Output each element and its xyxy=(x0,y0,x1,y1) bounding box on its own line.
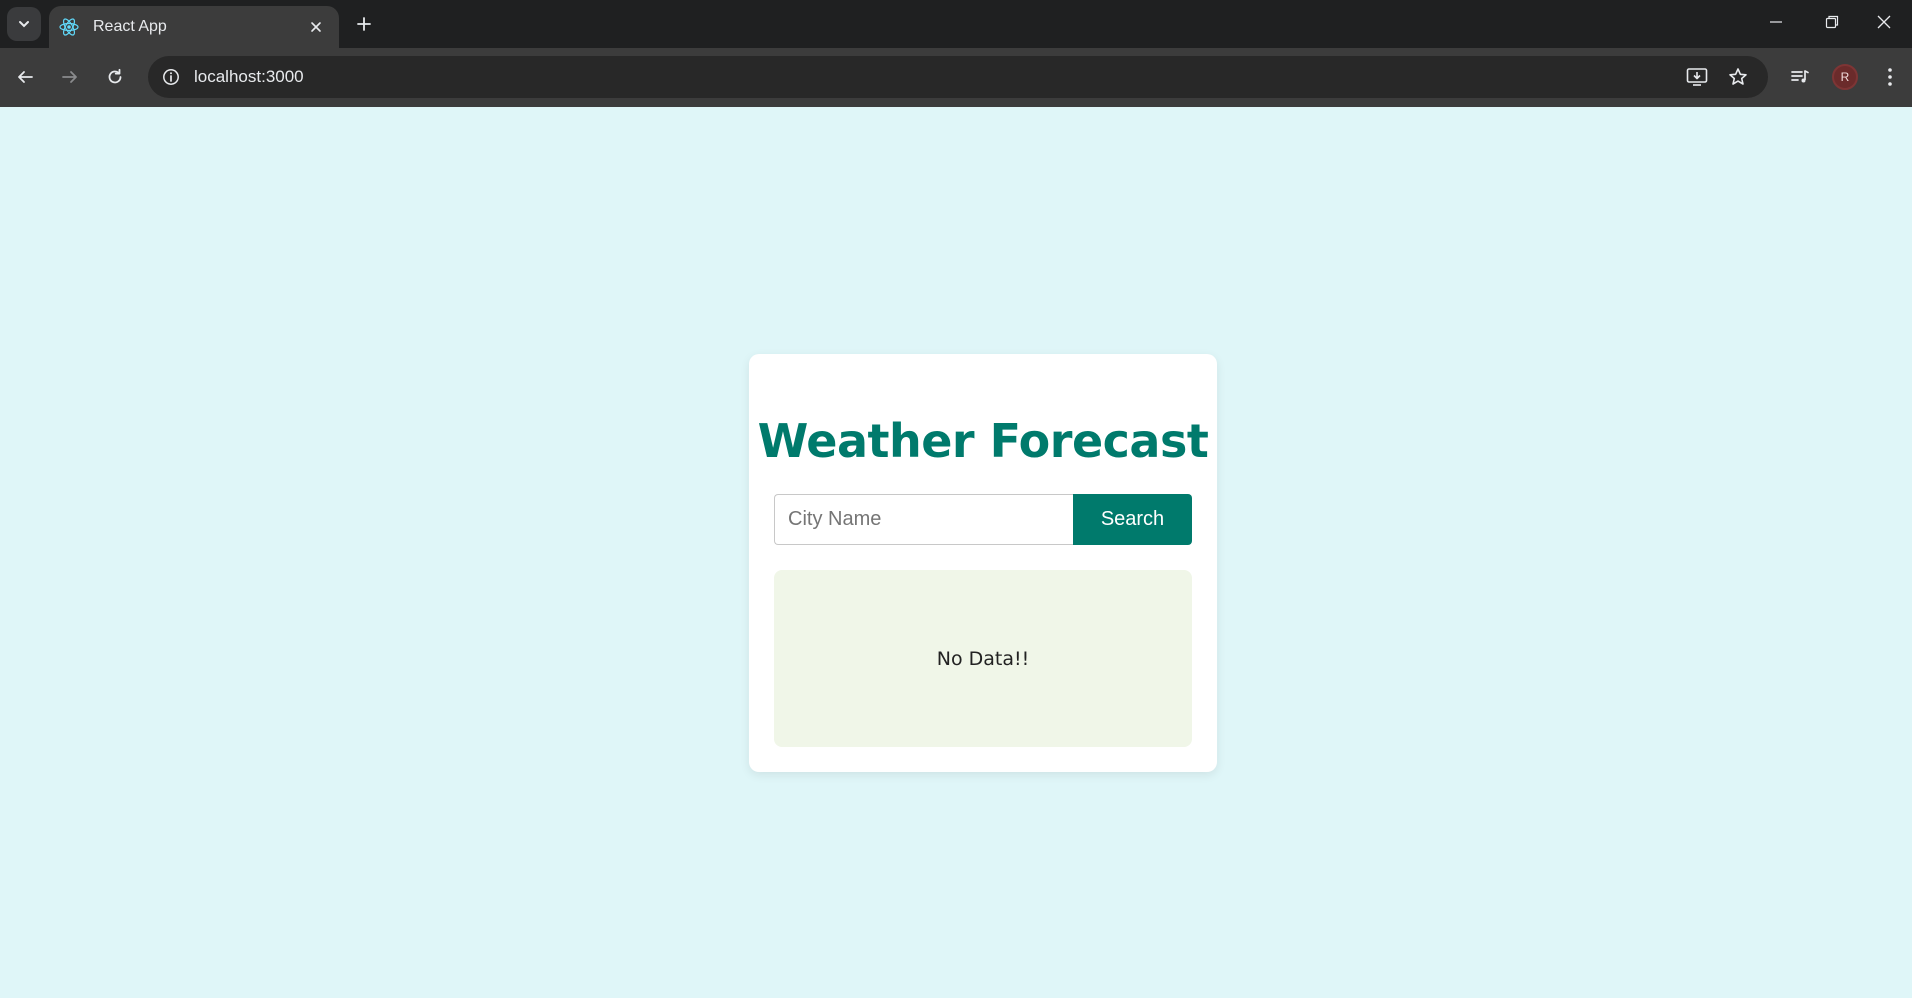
close-icon xyxy=(311,22,321,32)
site-info-button[interactable] xyxy=(158,64,184,90)
tab-title: React App xyxy=(93,18,167,35)
address-bar[interactable]: localhost:3000 xyxy=(148,56,1768,98)
new-tab-button[interactable] xyxy=(350,10,378,38)
address-url: localhost:3000 xyxy=(194,67,304,86)
page-title: Weather Forecast xyxy=(757,414,1209,468)
forward-button[interactable] xyxy=(52,59,88,95)
arrow-right-icon xyxy=(62,71,77,83)
close-window-button[interactable] xyxy=(1856,0,1912,44)
page-viewport: Weather Forecast Search No Data!! xyxy=(0,107,1912,998)
tab-search-button[interactable] xyxy=(7,7,41,41)
browser-tab-strip: React App xyxy=(0,0,1912,48)
search-form: Search xyxy=(774,494,1192,545)
close-icon xyxy=(1877,15,1891,29)
arrow-left-icon xyxy=(18,71,33,83)
browser-toolbar: localhost:3000 R xyxy=(0,48,1912,107)
restore-icon xyxy=(1825,15,1839,29)
back-button[interactable] xyxy=(7,59,43,95)
bookmark-button[interactable] xyxy=(1725,64,1751,90)
weather-result-panel: No Data!! xyxy=(774,570,1192,747)
profile-button[interactable]: R xyxy=(1827,59,1863,95)
search-button[interactable]: Search xyxy=(1073,494,1192,545)
plus-icon xyxy=(357,17,371,31)
media-controls-button[interactable] xyxy=(1782,59,1818,95)
minimize-button[interactable] xyxy=(1748,0,1804,44)
install-app-icon xyxy=(1686,68,1708,86)
reload-button[interactable] xyxy=(97,59,133,95)
browser-menu-button[interactable] xyxy=(1872,59,1908,95)
info-icon xyxy=(163,69,179,85)
chevron-down-icon xyxy=(19,21,29,28)
install-app-button[interactable] xyxy=(1684,64,1710,90)
star-icon xyxy=(1729,68,1747,85)
close-tab-button[interactable] xyxy=(305,16,327,38)
react-logo-icon xyxy=(59,17,79,37)
media-controls-icon xyxy=(1791,70,1809,83)
no-data-message: No Data!! xyxy=(936,647,1030,670)
weather-card: Weather Forecast Search No Data!! xyxy=(749,354,1217,772)
city-name-input[interactable] xyxy=(774,494,1073,545)
reload-icon xyxy=(108,68,122,84)
avatar: R xyxy=(1832,64,1858,90)
restore-button[interactable] xyxy=(1804,0,1860,44)
kebab-menu-icon xyxy=(1888,68,1892,86)
minimize-icon xyxy=(1770,21,1782,23)
browser-tab[interactable]: React App xyxy=(49,6,339,48)
